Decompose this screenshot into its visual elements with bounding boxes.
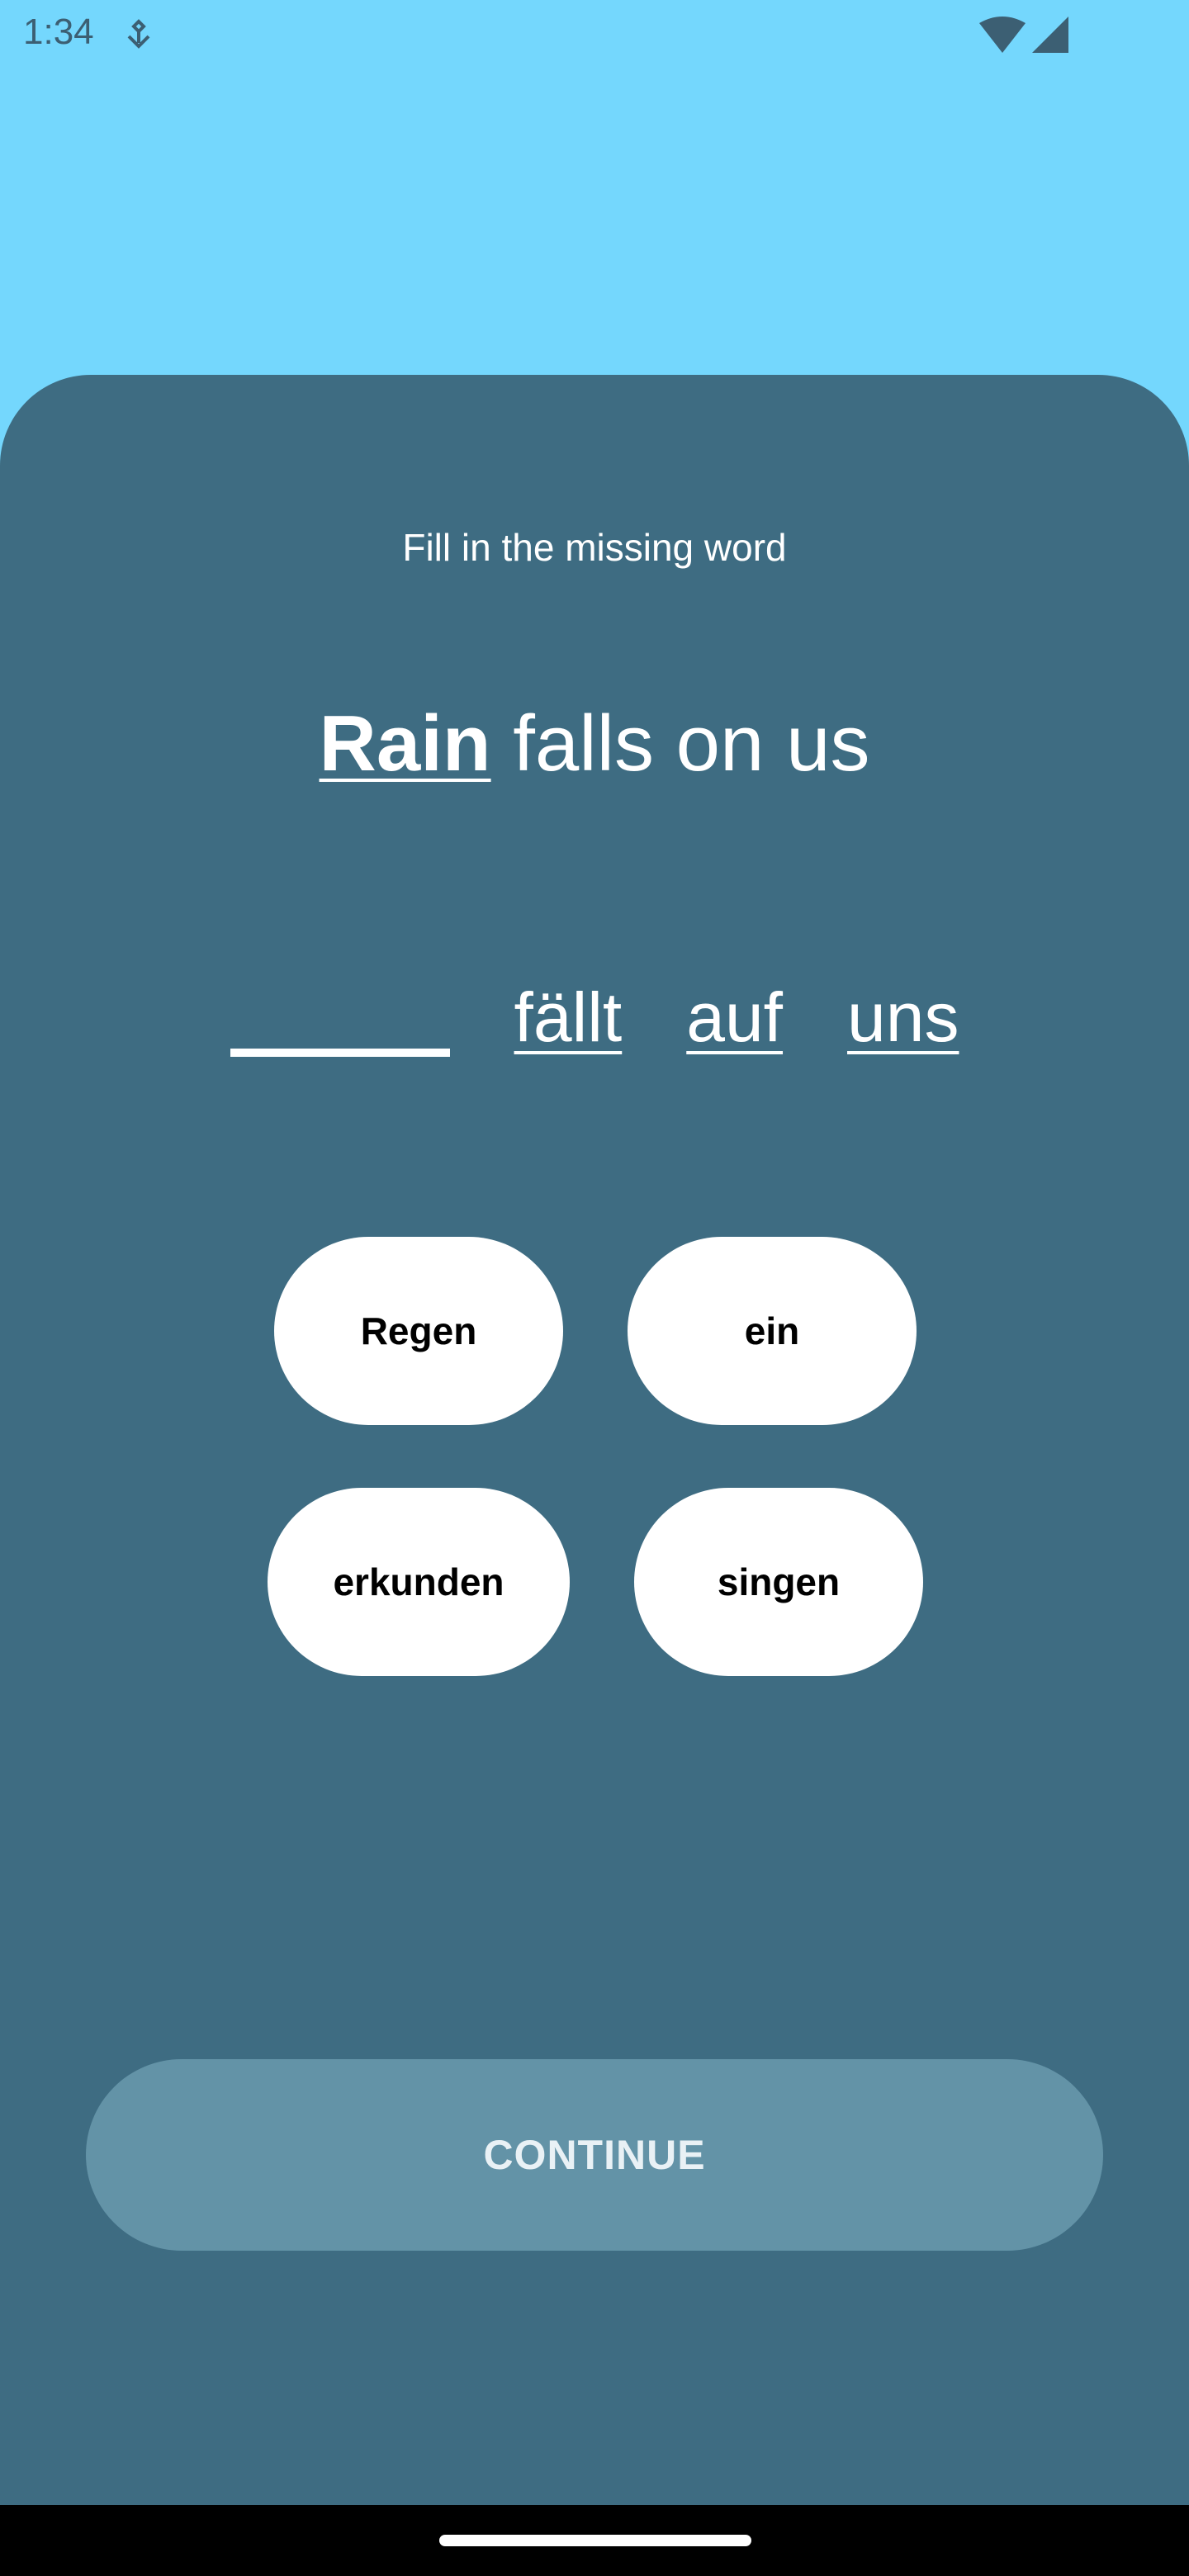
- target-sentence: fällt auf uns: [0, 978, 1189, 1057]
- target-word[interactable]: uns: [847, 978, 959, 1057]
- source-sentence-rest: falls on us: [513, 699, 870, 788]
- navigation-bar: [0, 2505, 1189, 2576]
- option-button-erkunden[interactable]: erkunden: [268, 1488, 570, 1676]
- highlighted-word[interactable]: Rain: [320, 699, 491, 788]
- option-button-ein[interactable]: ein: [628, 1237, 917, 1425]
- cell-signal-icon: [1032, 17, 1068, 53]
- target-word[interactable]: fällt: [514, 978, 623, 1057]
- notification-icon: [127, 19, 150, 49]
- target-word[interactable]: auf: [686, 978, 783, 1057]
- instruction-text: Fill in the missing word: [402, 526, 787, 569]
- option-button-regen[interactable]: Regen: [274, 1237, 563, 1425]
- continue-button[interactable]: CONTINUE: [86, 2059, 1103, 2251]
- wifi-icon: [979, 17, 1026, 53]
- status-time: 1:34: [23, 12, 94, 52]
- answer-blank[interactable]: [230, 978, 450, 1057]
- home-gesture-handle[interactable]: [439, 2535, 751, 2546]
- source-sentence: Rain falls on us: [0, 698, 1189, 789]
- status-bar: 1:34: [0, 0, 1189, 69]
- option-button-singen[interactable]: singen: [634, 1488, 923, 1676]
